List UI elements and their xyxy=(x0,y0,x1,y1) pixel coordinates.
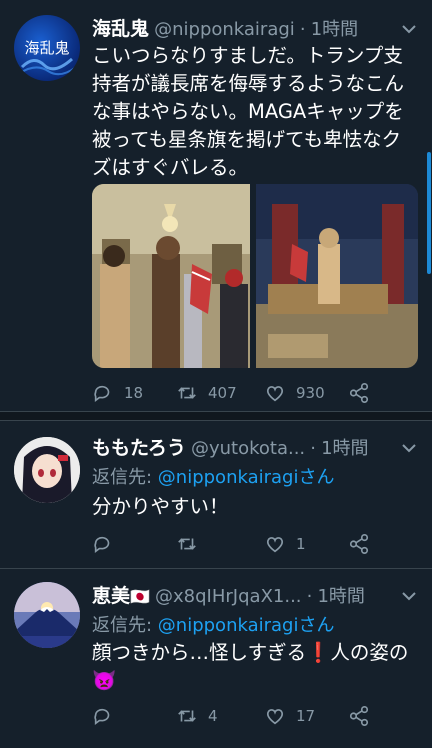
separator-dot: · xyxy=(306,586,313,607)
user-handle[interactable]: @nipponkairagi xyxy=(154,19,295,40)
reply-button[interactable] xyxy=(92,531,124,557)
retweet-icon xyxy=(178,710,196,722)
reply-icon xyxy=(94,708,110,725)
user-handle[interactable]: @yutokota... xyxy=(191,438,305,459)
retweet-button[interactable]: 4 xyxy=(176,703,218,729)
share-icon xyxy=(349,706,369,726)
tweet-text-line: こいつらなりすましだ。トランプ支 xyxy=(92,44,403,67)
tweet-header: ももたろう @yutokota... · 1時間 xyxy=(92,433,422,461)
mention-link[interactable]: @nipponkairagi xyxy=(158,467,299,488)
like-button[interactable]: 17 xyxy=(264,703,315,729)
avatar-art xyxy=(14,437,80,503)
tweet-text-line: な事はやらない。MAGAキャップを xyxy=(92,100,404,123)
share-button[interactable] xyxy=(348,703,370,729)
tweet-header: 恵美🇯🇵 @x8qIHrJqaX1... · 1時間 xyxy=(92,581,422,609)
reply-tweet[interactable]: 恵美🇯🇵 @x8qIHrJqaX1... · 1時間 返信先: @nipponk… xyxy=(0,569,432,748)
heart-icon xyxy=(266,709,284,725)
section-divider xyxy=(0,411,432,421)
retweet-icon xyxy=(178,538,196,550)
share-button[interactable] xyxy=(348,380,370,406)
retweet-icon xyxy=(178,387,196,399)
display-name[interactable]: 恵美 xyxy=(92,585,130,607)
share-button[interactable] xyxy=(348,531,370,557)
avatar[interactable] xyxy=(14,437,80,503)
timestamp[interactable]: 1時間 xyxy=(321,438,368,459)
reply-button[interactable] xyxy=(92,703,124,729)
tweet-text-line: 顔つきから…怪しすぎる xyxy=(92,641,307,664)
avatar[interactable]: 海乱鬼 xyxy=(14,15,80,81)
replying-to-suffix: さん xyxy=(298,615,335,636)
tweet[interactable]: 海乱鬼 海乱鬼 @nipponkairagi · 1時間 こいつらなりすましだ。… xyxy=(0,0,432,410)
replying-to-suffix: さん xyxy=(298,467,335,488)
tweet-text: こいつらなりすましだ。トランプ支 持者が議長席を侮辱するようなこん な事はやらな… xyxy=(92,42,418,182)
replying-to-prefix: 返信先: xyxy=(92,615,158,636)
tweet-media[interactable] xyxy=(92,184,418,368)
like-button[interactable]: 930 xyxy=(264,380,325,406)
replying-to: 返信先: @nipponkairagiさん xyxy=(92,611,334,637)
user-handle[interactable]: @x8qIHrJqaX1... xyxy=(155,586,302,607)
avatar[interactable] xyxy=(14,582,80,648)
chevron-down-icon[interactable] xyxy=(400,439,418,457)
mention-link[interactable]: @nipponkairagi xyxy=(158,615,299,636)
tweet-text-line: 被っても星条旗を掲げても卑怯なク xyxy=(92,128,402,151)
separator-dot: · xyxy=(299,19,306,40)
separator-dot: · xyxy=(310,438,316,459)
reply-count: 18 xyxy=(124,384,144,402)
tweet-text-line: ズはすぐバレる。 xyxy=(92,156,249,179)
media-photos[interactable] xyxy=(92,184,418,368)
tweet-text-line: 持者が議長席を侮辱するようなこん xyxy=(92,72,405,95)
tweet-actions: 4 17 xyxy=(92,703,392,729)
japan-flag-icon: 🇯🇵 xyxy=(130,587,150,606)
tweet-text-line: 人の姿の xyxy=(330,641,409,664)
reply-tweet[interactable]: ももたろう @yutokota... · 1時間 返信先: @nipponkai… xyxy=(0,421,432,567)
avatar-art: 海乱鬼 xyxy=(19,39,77,76)
display-name[interactable]: 海乱鬼 xyxy=(92,18,149,40)
timestamp[interactable]: 1時間 xyxy=(311,19,358,40)
retweet-count: 4 xyxy=(208,707,218,725)
retweet-button[interactable]: 407 xyxy=(176,380,237,406)
display-name[interactable]: ももたろう xyxy=(92,437,186,459)
exclamation-emoji: ❗ xyxy=(306,641,331,664)
chevron-down-icon[interactable] xyxy=(400,20,418,38)
like-count: 1 xyxy=(296,535,306,553)
like-button[interactable]: 1 xyxy=(264,531,306,557)
reply-icon xyxy=(94,385,110,402)
replying-to-prefix: 返信先: xyxy=(92,467,158,488)
tweet-text: 分かりやすい！ xyxy=(92,495,229,518)
avatar-art xyxy=(14,582,80,648)
reply-icon xyxy=(94,536,110,553)
devil-emoji: 👿 xyxy=(92,669,117,692)
timestamp[interactable]: 1時間 xyxy=(317,586,364,607)
retweet-count: 407 xyxy=(208,384,237,402)
heart-icon xyxy=(266,386,284,402)
like-count: 17 xyxy=(296,707,316,725)
heart-icon xyxy=(266,537,284,553)
reply-button[interactable]: 18 xyxy=(92,380,143,406)
scrollbar[interactable] xyxy=(427,152,431,274)
like-count: 930 xyxy=(296,384,325,402)
tweet-header: 海乱鬼 @nipponkairagi · 1時間 xyxy=(92,14,422,42)
chevron-down-icon[interactable] xyxy=(400,587,418,605)
replying-to: 返信先: @nipponkairagiさん xyxy=(92,463,334,489)
tweet-actions: 18 407 930 xyxy=(92,380,392,406)
share-icon xyxy=(349,383,369,403)
share-icon xyxy=(349,534,369,554)
avatar-logo-text: 海乱鬼 xyxy=(24,39,69,57)
tweet-text: 顔つきから…怪しすぎる❗人の姿の 👿 xyxy=(92,639,418,695)
retweet-button[interactable] xyxy=(176,531,208,557)
tweet-actions: 1 xyxy=(92,531,392,557)
